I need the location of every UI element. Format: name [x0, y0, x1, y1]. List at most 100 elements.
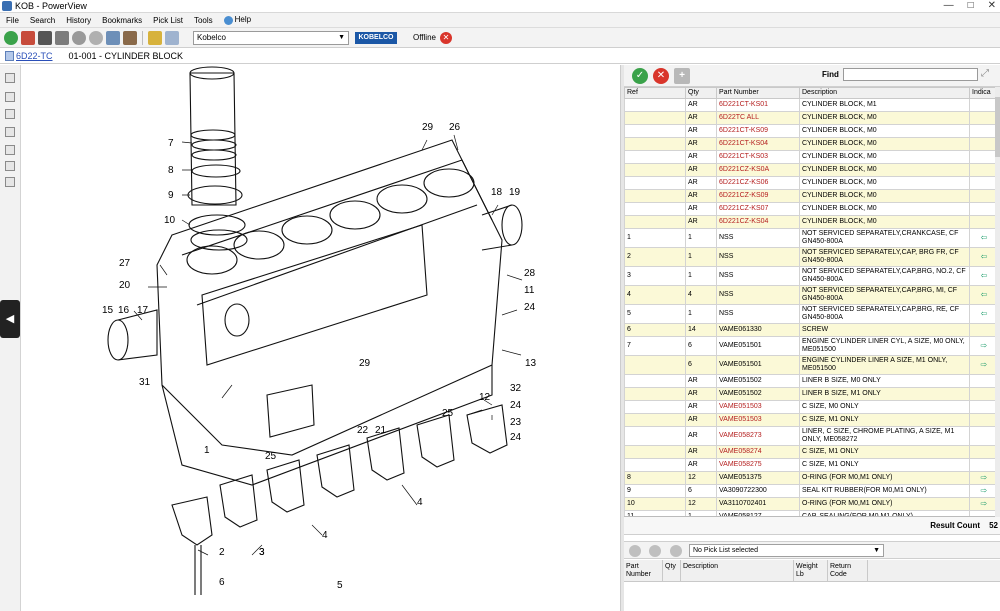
menu-bookmarks[interactable]: Bookmarks [102, 16, 142, 25]
back-icon[interactable] [4, 30, 18, 45]
menu-pick-list[interactable]: Pick List [153, 16, 183, 25]
table-row[interactable]: AR VAME051502 LINER B SIZE, M1 ONLY [624, 387, 997, 401]
grid-icon[interactable] [106, 30, 120, 45]
pick-col-part-number[interactable]: Part Number [624, 560, 663, 581]
cell-indicator-icon[interactable] [969, 215, 997, 229]
cell-indicator-icon[interactable] [969, 458, 997, 472]
cell-part-number[interactable]: VA3110702401 [716, 497, 800, 511]
cell-indicator-icon[interactable] [969, 413, 997, 427]
settings-icon[interactable] [649, 545, 661, 557]
gear-icon[interactable] [89, 30, 103, 45]
book-icon[interactable] [123, 30, 137, 45]
cell-indicator-icon[interactable] [969, 445, 997, 459]
print-icon[interactable] [55, 30, 69, 45]
cell-part-number[interactable]: VAME051375 [716, 471, 800, 485]
table-row[interactable]: 3 1 NSS NOT SERVICED SEPARATELY,CAP,BRG, NO… [624, 266, 997, 286]
cell-indicator-icon[interactable] [969, 202, 997, 216]
table-row[interactable]: 4 4 NSS NOT SERVICED SEPARATELY,CAP,BRG, MI… [624, 285, 997, 305]
table-row[interactable]: AR VAME051503 C SIZE, M1 ONLY [624, 413, 997, 427]
pick-col-qty[interactable]: Qty [663, 560, 681, 581]
cell-indicator-icon[interactable]: ⇨ [969, 497, 997, 511]
cell-indicator-icon[interactable] [969, 150, 997, 164]
cell-part-number[interactable]: NSS [716, 247, 800, 267]
table-row[interactable]: AR VAME051502 LINER B SIZE, M0 ONLY [624, 374, 997, 388]
table-row[interactable]: 7 6 VAME051501 ENGINE CYLINDER LINER CYL, A… [624, 336, 997, 356]
table-row[interactable]: 10 12 VA3110702401 O-RING (FOR M0,M1 ONLY) ⇨ [624, 497, 997, 511]
cell-part-number[interactable]: 6D22TC ALL [716, 111, 800, 125]
cell-part-number[interactable]: 6D221CZ-KS04 [716, 215, 800, 229]
table-row[interactable]: AR 6D221CZ-KS07 CYLINDER BLOCK, M0 [624, 202, 997, 216]
cell-indicator-icon[interactable] [969, 374, 997, 388]
cart-icon[interactable]: + [674, 68, 690, 84]
cell-indicator-icon[interactable]: ⇦ [969, 304, 997, 324]
table-row[interactable]: AR VAME051503 C SIZE, M0 ONLY [624, 400, 997, 414]
column-header-part-number[interactable]: Part Number [716, 87, 800, 99]
home-icon[interactable] [21, 30, 35, 45]
table-row[interactable]: 9 6 VA3090722300 SEAL KIT RUBBER(FOR M0,M1 … [624, 484, 997, 498]
column-header-ref[interactable]: Ref [624, 87, 686, 99]
pick-list-dropdown[interactable]: No Pick List selected ▼ [689, 544, 884, 557]
cell-indicator-icon[interactable]: ⇦ [969, 247, 997, 267]
find-input[interactable] [843, 68, 978, 81]
cell-indicator-icon[interactable] [969, 176, 997, 190]
cell-indicator-icon[interactable] [969, 137, 997, 151]
check-icon[interactable]: ✓ [632, 68, 648, 84]
text-icon[interactable] [5, 145, 15, 155]
save-icon[interactable] [5, 92, 15, 102]
page-icon[interactable] [5, 73, 15, 83]
edit-icon[interactable] [148, 30, 162, 45]
table-row[interactable]: AR 6D221CZ-KS0A CYLINDER BLOCK, M0 [624, 163, 997, 177]
cell-part-number[interactable]: VAME051501 [716, 336, 800, 356]
cell-part-number[interactable]: 6D221CZ-KS07 [716, 202, 800, 216]
table-row[interactable]: 6 VAME051501 ENGINE CYLINDER LINER A SIZE,… [624, 355, 997, 375]
cart-icon[interactable] [165, 30, 179, 45]
table-row[interactable]: AR 6D221CT-KS03 CYLINDER BLOCK, M0 [624, 150, 997, 164]
breadcrumb-model-link[interactable]: 6D22-TC [16, 51, 53, 61]
table-row[interactable]: AR 6D221CZ-KS04 CYLINDER BLOCK, M0 [624, 215, 997, 229]
print-icon[interactable] [629, 545, 641, 557]
cell-indicator-icon[interactable] [969, 400, 997, 414]
cell-indicator-icon[interactable]: ⇦ [969, 266, 997, 286]
table-row[interactable]: AR VAME058275 C SIZE, M1 ONLY [624, 458, 997, 472]
parts-scrollbar[interactable] [995, 87, 1000, 517]
menu-file[interactable]: File [6, 16, 19, 25]
cell-part-number[interactable]: 6D221CT-KS09 [716, 124, 800, 138]
remove-icon[interactable]: ✕ [653, 68, 669, 84]
table-row[interactable]: 8 12 VAME051375 O-RING (FOR M0,M1 ONLY) ⇨ [624, 471, 997, 485]
menu-history[interactable]: History [66, 16, 91, 25]
cell-part-number[interactable]: 6D221CT-KS04 [716, 137, 800, 151]
cell-indicator-icon[interactable]: ⇨ [969, 484, 997, 498]
refresh-icon[interactable] [670, 545, 682, 557]
prev-page-arrow-icon[interactable]: ◀ [0, 300, 20, 338]
menu-help[interactable]: Help [223, 15, 251, 25]
table-row[interactable]: AR 6D221CZ-KS09 CYLINDER BLOCK, M0 [624, 189, 997, 203]
cell-indicator-icon[interactable] [969, 189, 997, 203]
cell-indicator-icon[interactable] [969, 426, 997, 446]
zoom-icon[interactable] [5, 127, 15, 137]
table-row[interactable]: 6 14 VAME061330 SCREW [624, 323, 997, 337]
table-row[interactable]: AR 6D221CZ-KS06 CYLINDER BLOCK, M0 [624, 176, 997, 190]
cell-part-number[interactable]: VAME058275 [716, 458, 800, 472]
cell-part-number[interactable]: VAME051502 [716, 387, 800, 401]
cell-part-number[interactable]: VAME051501 [716, 355, 800, 375]
table-row[interactable]: 1 1 NSS NOT SERVICED SEPARATELY,CRANKCASE, … [624, 228, 997, 248]
column-header-indicator[interactable]: Indica [969, 87, 997, 99]
image-icon[interactable] [5, 177, 15, 187]
table-row[interactable]: 2 1 NSS NOT SERVICED SEPARATELY,CAP, BRG FR… [624, 247, 997, 267]
column-header-qty[interactable]: Qty [685, 87, 717, 99]
table-row[interactable]: AR 6D221CT-KS01 CYLINDER BLOCK, M1 [624, 98, 997, 112]
cell-part-number[interactable]: NSS [716, 304, 800, 324]
cell-part-number[interactable]: VAME051502 [716, 374, 800, 388]
cell-indicator-icon[interactable] [969, 124, 997, 138]
cell-part-number[interactable]: 6D221CT-KS01 [716, 98, 800, 112]
table-row[interactable]: AR VAME058273 LINER, C SIZE, CHROME PLATIN… [624, 426, 997, 446]
cell-part-number[interactable]: VAME051503 [716, 413, 800, 427]
cell-indicator-icon[interactable] [969, 323, 997, 337]
pick-col-weight[interactable]: Weight Lb [794, 560, 828, 581]
cell-indicator-icon[interactable]: ⇨ [969, 355, 997, 375]
cell-part-number[interactable]: 6D221CZ-KS06 [716, 176, 800, 190]
vehicle-icon[interactable] [38, 30, 52, 45]
cell-part-number[interactable]: 6D221CZ-KS09 [716, 189, 800, 203]
pick-col-return-code[interactable]: Return Code [828, 560, 868, 581]
exploded-parts-drawing[interactable]: 7 8 9 10 29 26 18 19 27 20 15 16 17 11 2… [22, 65, 620, 611]
